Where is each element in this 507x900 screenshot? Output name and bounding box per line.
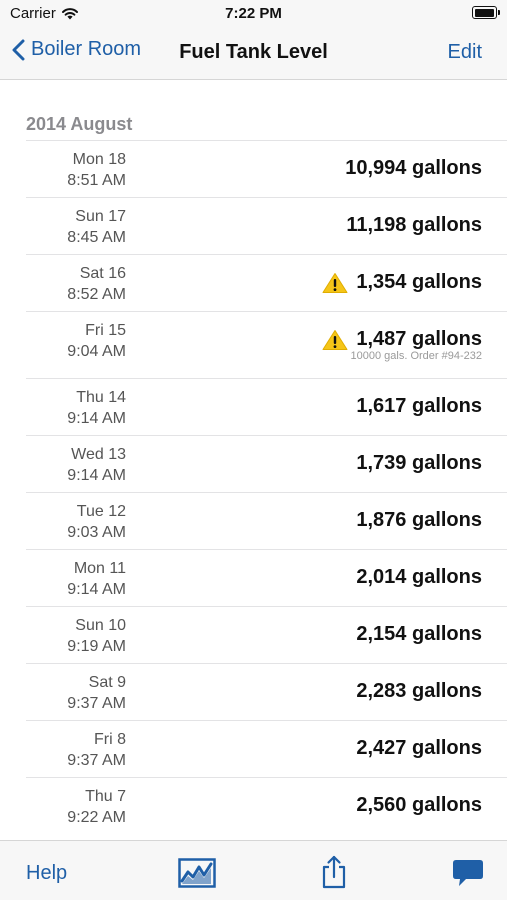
chevron-left-icon [12,39,25,60]
reading-date: Sun 17 8:45 AM [26,206,126,248]
reading-value: 10,994 gallons [345,157,482,179]
reading-day: Sun 17 [75,208,126,225]
battery-icon [472,6,500,19]
chat-button[interactable] [452,858,484,888]
reading-value-container: 1,487 gallons [322,328,482,351]
reading-day: Fri 8 [94,731,126,748]
reading-value: 11,198 gallons [346,214,482,236]
reading-time: 9:37 AM [67,752,126,769]
reading-date: Thu 7 9:22 AM [26,786,126,828]
reading-day: Mon 11 [73,560,126,577]
reading-row[interactable]: Sun 10 9:19 AM 2,154 gallons [26,606,507,663]
reading-value: 2,283 gallons [356,680,482,702]
reading-date: Wed 13 9:14 AM [26,444,126,486]
reading-value-container: 1,739 gallons [356,452,482,475]
readings-list: Mon 18 8:51 AM 10,994 gallons Sun 17 8:45 AM… [26,140,507,834]
line-chart-icon [178,858,216,888]
reading-value: 2,560 gallons [356,794,482,816]
back-button-label: Boiler Room [31,38,142,60]
reading-day: Sun 10 [75,617,126,634]
reading-value-container: 2,154 gallons [356,623,482,646]
reading-row[interactable]: Sat 16 8:52 AM 1,354 gallons [26,254,507,311]
reading-time: 9:14 AM [67,410,126,427]
reading-date: Mon 11 9:14 AM [26,558,126,600]
reading-row[interactable]: Mon 11 9:14 AM 2,014 gallons [26,549,507,606]
reading-time: 8:45 AM [67,229,126,246]
reading-value: 1,739 gallons [356,452,482,474]
warning-icon [322,329,348,351]
reading-row[interactable]: Wed 13 9:14 AM 1,739 gallons [26,435,507,492]
reading-day: Thu 7 [85,788,126,805]
reading-value: 1,354 gallons [356,271,482,293]
reading-date: Sun 10 9:19 AM [26,615,126,657]
status-bar: Carrier 7:22 PM [0,0,507,28]
reading-time: 8:52 AM [67,286,126,303]
reading-day: Sat 9 [88,674,126,691]
reading-time: 9:04 AM [67,343,126,360]
reading-day: Fri 15 [85,322,126,339]
edit-button[interactable]: Edit [448,41,482,64]
navigation-bar: Boiler Room Fuel Tank Level Edit [0,28,507,80]
reading-value: 1,487 gallons [356,328,482,350]
reading-date: Fri 8 9:37 AM [26,729,126,771]
reading-row[interactable]: Tue 12 9:03 AM 1,876 gallons [26,492,507,549]
reading-row[interactable]: Sat 9 9:37 AM 2,283 gallons [26,663,507,720]
reading-time: 9:03 AM [67,524,126,541]
reading-value-container: 11,198 gallons [346,214,482,237]
reading-row[interactable]: Fri 8 9:37 AM 2,427 gallons [26,720,507,777]
reading-date: Thu 14 9:14 AM [26,387,126,429]
share-icon [322,855,346,889]
reading-date: Sat 9 9:37 AM [26,672,126,714]
warning-icon [322,272,348,294]
reading-value: 2,014 gallons [356,566,482,588]
reading-date: Fri 15 9:04 AM [26,320,126,362]
reading-row[interactable]: Thu 7 9:22 AM 2,560 gallons [26,777,507,834]
reading-value-container: 2,560 gallons [356,794,482,817]
reading-value: 1,876 gallons [356,509,482,531]
reading-day: Tue 12 [76,503,126,520]
reading-time: 9:19 AM [67,638,126,655]
chat-bubble-icon [453,860,483,886]
reading-day: Thu 14 [76,389,126,406]
reading-date: Mon 18 8:51 AM [26,149,126,191]
reading-day: Wed 13 [71,446,126,463]
bottom-toolbar: Help [0,840,507,900]
reading-value-container: 2,283 gallons [356,680,482,703]
reading-value-container: 2,427 gallons [356,737,482,760]
reading-row[interactable]: Sun 17 8:45 AM 11,198 gallons [26,197,507,254]
help-button[interactable]: Help [26,862,67,885]
reading-value-container: 10,994 gallons [345,157,482,180]
reading-time: 9:14 AM [67,581,126,598]
reading-time: 9:22 AM [67,809,126,826]
reading-day: Mon 18 [72,151,126,168]
reading-value-container: 1,876 gallons [356,509,482,532]
reading-day: Sat 16 [79,265,126,282]
reading-time: 9:14 AM [67,467,126,484]
reading-value-container: 1,354 gallons [322,271,482,294]
readings-list-view[interactable]: 2014 August Mon 18 8:51 AM 10,994 gallons S… [0,80,507,840]
share-button[interactable] [321,855,347,889]
reading-date: Sat 16 8:52 AM [26,263,126,305]
reading-value: 2,154 gallons [356,623,482,645]
reading-value: 2,427 gallons [356,737,482,759]
reading-row[interactable]: Thu 14 9:14 AM 1,617 gallons [26,378,507,435]
reading-value-container: 2,014 gallons [356,566,482,589]
reading-time: 8:51 AM [67,172,126,189]
back-button[interactable]: Boiler Room [12,38,141,61]
reading-note: 10000 gals. Order #94-232 [350,350,482,362]
section-header: 2014 August [26,114,133,134]
reading-date: Tue 12 9:03 AM [26,501,126,543]
reading-value: 1,617 gallons [356,395,482,417]
reading-row[interactable]: Fri 15 9:04 AM 1,487 gallons 10000 gals. Or… [26,311,507,378]
reading-row[interactable]: Mon 18 8:51 AM 10,994 gallons [26,140,507,197]
status-time: 7:22 PM [225,5,282,22]
reading-value-container: 1,617 gallons [356,395,482,418]
reading-time: 9:37 AM [67,695,126,712]
chart-button[interactable] [178,858,216,888]
